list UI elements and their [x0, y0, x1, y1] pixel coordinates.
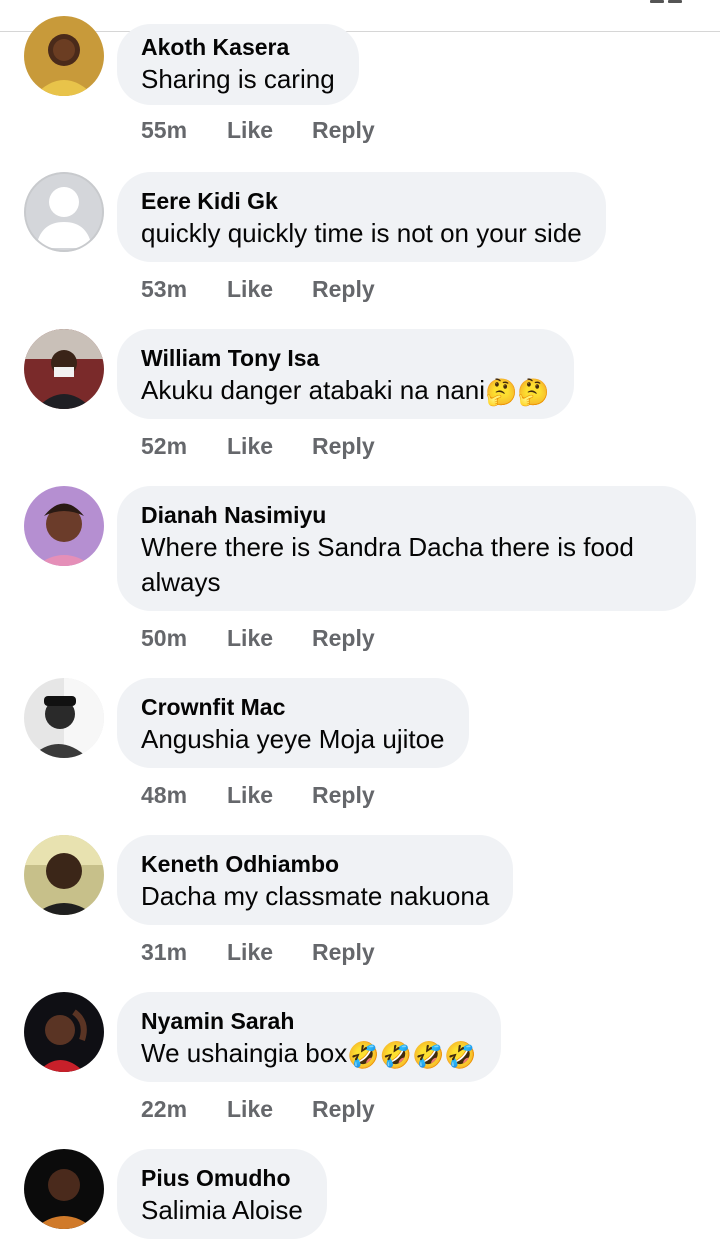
like-button[interactable]: Like	[227, 117, 312, 144]
comment-text-body: We ushaingia box	[141, 1038, 348, 1068]
comment-author[interactable]: William Tony Isa	[141, 343, 550, 373]
comment-bubble[interactable]: Akoth Kasera Sharing is caring	[117, 24, 359, 105]
comment-actions: 52m Like Reply	[141, 433, 375, 460]
comment-actions: 22m Like Reply	[141, 1096, 375, 1123]
comment-timestamp[interactable]: 53m	[141, 276, 227, 303]
comment-bubble[interactable]: Eere Kidi Gk quickly quickly time is not…	[117, 172, 606, 262]
comment-text: Angushia yeye Moja ujitoe	[141, 724, 445, 754]
reply-button[interactable]: Reply	[312, 782, 375, 809]
comment-text: Salimia Aloise	[141, 1195, 303, 1225]
like-button[interactable]: Like	[227, 1096, 312, 1123]
avatar[interactable]	[24, 329, 104, 409]
comment-actions: 53m Like Reply	[141, 276, 375, 303]
like-button[interactable]: Like	[227, 433, 312, 460]
comment-timestamp[interactable]: 48m	[141, 782, 227, 809]
reply-button[interactable]: Reply	[312, 433, 375, 460]
comment-bubble[interactable]: Dianah Nasimiyu Where there is Sandra Da…	[117, 486, 696, 611]
comment-text-body: Akuku danger atabaki na nani	[141, 375, 486, 405]
like-button[interactable]: Like	[227, 276, 312, 303]
reply-button[interactable]: Reply	[312, 276, 375, 303]
avatar[interactable]	[24, 835, 104, 915]
comment-timestamp[interactable]: 55m	[141, 117, 227, 144]
comment-bubble[interactable]: Keneth Odhiambo Dacha my classmate nakuo…	[117, 835, 514, 925]
avatar[interactable]	[24, 172, 104, 252]
comment-text: Akuku danger atabaki na nani🤔🤔	[141, 373, 550, 408]
comment-timestamp[interactable]: 22m	[141, 1096, 227, 1123]
comment-actions: 55m Like Reply	[141, 117, 375, 144]
menu-icon[interactable]	[650, 0, 684, 4]
reply-button[interactable]: Reply	[312, 625, 375, 652]
comment-author[interactable]: Nyamin Sarah	[141, 1006, 477, 1036]
comment-timestamp[interactable]: 50m	[141, 625, 227, 652]
comment-author[interactable]: Keneth Odhiambo	[141, 849, 489, 879]
comment-actions: 48m Like Reply	[141, 782, 375, 809]
comment-author[interactable]: Pius Omudho	[141, 1163, 303, 1193]
comment-bubble[interactable]: Pius Omudho Salimia Aloise	[117, 1149, 327, 1239]
comment-actions: 31m Like Reply	[141, 939, 375, 966]
like-button[interactable]: Like	[227, 625, 312, 652]
like-button[interactable]: Like	[227, 782, 312, 809]
top-bar	[0, 0, 720, 32]
comment-bubble[interactable]: William Tony Isa Akuku danger atabaki na…	[117, 329, 574, 419]
comment-author[interactable]: Dianah Nasimiyu	[141, 500, 672, 530]
comment-bubble[interactable]: Nyamin Sarah We ushaingia box🤣🤣🤣🤣	[117, 992, 501, 1082]
rolling-laughing-emoji-icon: 🤣🤣🤣🤣	[347, 1040, 477, 1070]
comment-bubble[interactable]: Crownfit Mac Angushia yeye Moja ujitoe	[117, 678, 469, 768]
comment-timestamp[interactable]: 52m	[141, 433, 227, 460]
comment-text: Where there is Sandra Dacha there is foo…	[141, 532, 634, 597]
avatar[interactable]	[24, 992, 104, 1072]
avatar[interactable]	[24, 1149, 104, 1229]
comment-text: We ushaingia box🤣🤣🤣🤣	[141, 1036, 477, 1071]
comment-text: Dacha my classmate nakuona	[141, 881, 490, 911]
avatar[interactable]	[24, 678, 104, 758]
comment-author[interactable]: Crownfit Mac	[141, 692, 445, 722]
reply-button[interactable]: Reply	[312, 1096, 375, 1123]
reply-button[interactable]: Reply	[312, 117, 375, 144]
comment-author[interactable]: Eere Kidi Gk	[141, 186, 582, 216]
comment-text: Sharing is caring	[141, 64, 335, 94]
comment-author[interactable]: Akoth Kasera	[141, 32, 335, 62]
avatar[interactable]	[24, 486, 104, 566]
comment-actions: 50m Like Reply	[141, 625, 375, 652]
like-button[interactable]: Like	[227, 939, 312, 966]
avatar[interactable]	[24, 16, 104, 96]
reply-button[interactable]: Reply	[312, 939, 375, 966]
thinking-face-emoji-icon: 🤔🤔	[485, 377, 550, 407]
comment-timestamp[interactable]: 31m	[141, 939, 227, 966]
comment-text: quickly quickly time is not on your side	[141, 218, 582, 248]
